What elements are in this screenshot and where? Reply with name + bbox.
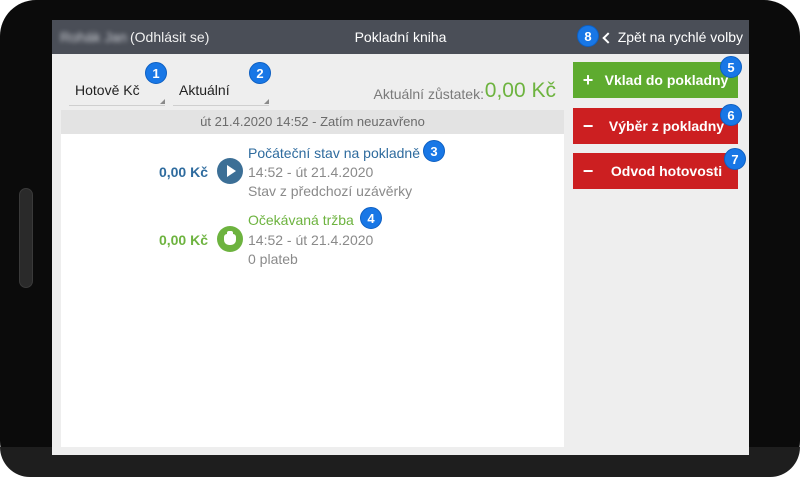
transfer-cash-label: Odvod hotovosti [610,163,723,179]
tablet-side-button [19,188,33,288]
callout-badge: 2 [249,62,271,84]
callout-badge: 1 [145,62,167,84]
back-label: Zpět na rychlé volby [617,29,743,45]
entry-title[interactable]: Očekávaná tržba [248,212,354,228]
balance-label: Aktuální zůstatek: [373,86,484,102]
balance-value: 0,00 Kč [484,79,556,102]
deposit-label: Vklad do pokladny [604,72,729,88]
chevron-left-icon [602,31,614,44]
header-bar: Rohák Jan (Odhlásit se) Pokladní kniha Z… [52,20,749,54]
period-select[interactable]: Aktuální [173,82,269,106]
currency-select-value: Hotově Kč [75,82,140,98]
entry-note: 0 plateb [248,251,298,267]
transfer-cash-button[interactable]: − Odvod hotovosti [573,153,738,189]
currency-select[interactable]: Hotově Kč [69,82,165,106]
money-bag-icon [217,226,243,252]
callout-badge: 3 [423,140,445,162]
withdraw-label: Výběr z pokladny [608,118,725,134]
cash-book-panel: Hotově Kč Aktuální Aktuální zůstatek: 0,… [61,62,564,447]
minus-icon: − [582,160,594,181]
list-item: 0,00 Kč Počáteční stav na pokladně 14:52… [61,142,564,202]
callout-badge: 5 [720,56,742,78]
entry-time: 14:52 - út 21.4.2020 [248,232,374,248]
app-screen: Rohák Jan (Odhlásit se) Pokladní kniha Z… [52,20,749,455]
period-select-value: Aktuální [179,82,230,98]
callout-badge: 8 [577,25,599,47]
session-date-line: út 21.4.2020 14:52 - Zatím neuzavřeno [61,110,564,134]
deposit-button[interactable]: + Vklad do pokladny [573,62,738,98]
list-item: 0,00 Kč Očekávaná tržba 14:52 - út 21.4.… [61,208,564,268]
play-icon [217,158,243,184]
withdraw-button[interactable]: − Výběr z pokladny [573,108,738,144]
entry-note: Stav z předchozí uzávěrky [248,183,413,199]
tablet-frame: Rohák Jan (Odhlásit se) Pokladní kniha Z… [0,0,800,477]
back-to-quick-actions-button[interactable]: Zpět na rychlé volby [602,29,743,45]
callout-badge: 6 [720,104,742,126]
entry-amount: 0,00 Kč [158,164,208,180]
filter-bar: Hotově Kč Aktuální Aktuální zůstatek: 0,… [61,62,564,110]
entry-title[interactable]: Počáteční stav na pokladně [248,145,420,161]
entry-time: 14:52 - út 21.4.2020 [248,164,374,180]
plus-icon: + [582,69,594,90]
callout-badge: 4 [360,207,382,229]
minus-icon: − [582,115,594,136]
entry-amount: 0,00 Kč [158,232,208,248]
callout-badge: 7 [724,148,746,170]
